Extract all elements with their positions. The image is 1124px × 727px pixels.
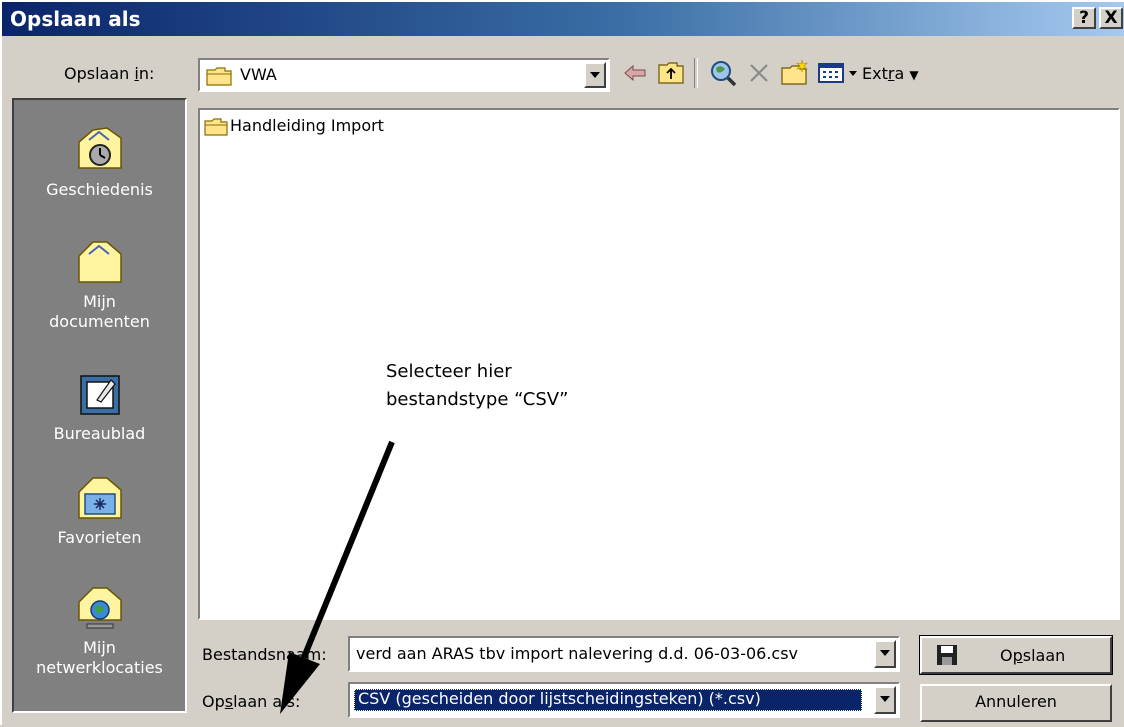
desktop-icon bbox=[79, 375, 120, 415]
filetype-dropdown-arrow[interactable] bbox=[874, 686, 896, 714]
place-network-locations[interactable]: Mijn netwerklocaties bbox=[14, 580, 185, 678]
place-label: Bureaublad bbox=[53, 424, 146, 443]
folder-icon bbox=[204, 118, 228, 136]
chevron-down-icon: ▼ bbox=[909, 68, 919, 82]
places-bar: Geschiedenis Mijn documenten Bureaublad bbox=[12, 98, 187, 713]
save-in-dropdown-arrow[interactable] bbox=[584, 62, 606, 88]
dialog-title: Opslaan als bbox=[10, 7, 141, 31]
filetype-label: Opslaan als: bbox=[202, 692, 301, 711]
save-in-label: Opslaan in: bbox=[64, 64, 155, 83]
views-dropdown-arrow-icon[interactable] bbox=[848, 70, 858, 78]
place-history[interactable]: Geschiedenis bbox=[14, 122, 185, 200]
toolbar-separator bbox=[694, 58, 698, 88]
filetype-selected-value: CSV (gescheiden door lijstscheidingsteke… bbox=[354, 689, 862, 711]
place-desktop[interactable]: Bureaublad bbox=[14, 366, 185, 444]
delete-icon[interactable] bbox=[744, 58, 774, 88]
place-my-documents[interactable]: Mijn documenten bbox=[14, 234, 185, 332]
up-folder-icon[interactable] bbox=[656, 58, 686, 88]
close-button[interactable]: X bbox=[1099, 7, 1123, 29]
file-name: Handleiding Import bbox=[230, 116, 384, 135]
extra-menu-button[interactable]: Extra ▼ bbox=[862, 64, 919, 85]
filename-dropdown-arrow[interactable] bbox=[874, 640, 896, 668]
save-as-dialog: Opslaan als ? X Opslaan in: VWA Extra ▼ … bbox=[0, 0, 1124, 725]
title-bar[interactable]: Opslaan als ? X bbox=[2, 2, 1124, 36]
network-places-icon bbox=[77, 587, 122, 629]
save-button[interactable]: Opslaan bbox=[919, 635, 1113, 675]
annotation-line-2: bestandstype “CSV” bbox=[386, 389, 569, 410]
place-label: Mijn documenten bbox=[49, 292, 150, 331]
help-button[interactable]: ? bbox=[1072, 7, 1096, 29]
search-web-icon[interactable] bbox=[708, 58, 738, 88]
filename-value: verd aan ARAS tbv import nalevering d.d.… bbox=[356, 644, 799, 663]
filetype-select[interactable]: CSV (gescheiden door lijstscheidingsteke… bbox=[348, 682, 900, 718]
history-icon bbox=[77, 127, 122, 169]
filename-label: Bestandsnaam: bbox=[202, 645, 327, 664]
floppy-disk-icon bbox=[937, 645, 957, 665]
new-folder-icon[interactable] bbox=[780, 58, 810, 88]
place-favorites[interactable]: Favorieten bbox=[14, 470, 185, 548]
place-label: Favorieten bbox=[57, 528, 142, 547]
my-documents-icon bbox=[77, 241, 122, 283]
file-list[interactable]: Handleiding Import Selecteer hier bestan… bbox=[198, 108, 1120, 620]
annotation-line-1: Selecteer hier bbox=[386, 361, 512, 382]
current-folder-name: VWA bbox=[240, 65, 277, 84]
place-label: Mijn netwerklocaties bbox=[36, 638, 163, 677]
filename-input[interactable]: verd aan ARAS tbv import nalevering d.d.… bbox=[348, 636, 900, 672]
save-in-combobox[interactable]: VWA bbox=[198, 58, 610, 92]
cancel-button[interactable]: Annuleren bbox=[920, 684, 1112, 722]
views-icon[interactable] bbox=[816, 58, 846, 88]
favorites-icon bbox=[77, 477, 122, 519]
back-arrow-icon[interactable] bbox=[620, 58, 650, 88]
save-label: Opslaan bbox=[1000, 646, 1066, 665]
folder-icon bbox=[206, 67, 232, 86]
place-label: Geschiedenis bbox=[46, 180, 153, 199]
